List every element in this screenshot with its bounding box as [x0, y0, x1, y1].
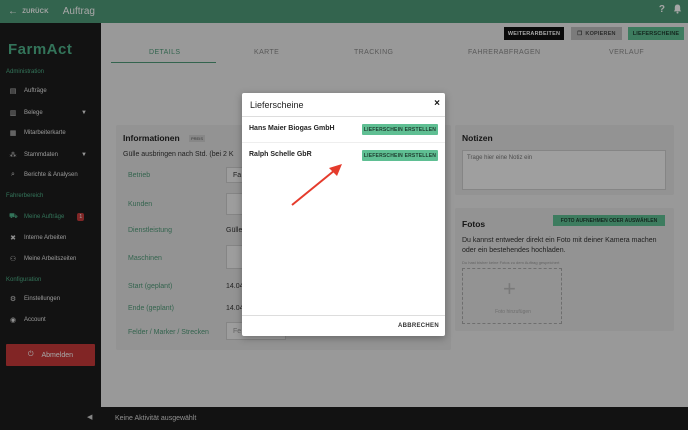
annotation-arrow: [291, 164, 342, 206]
